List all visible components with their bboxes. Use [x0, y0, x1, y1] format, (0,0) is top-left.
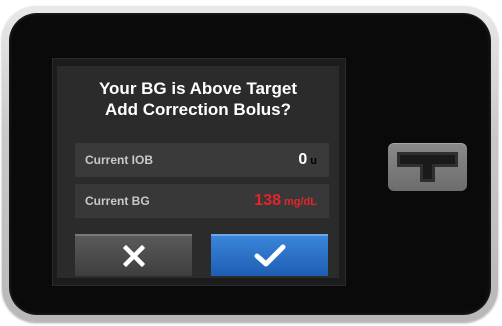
checkmark-icon — [254, 244, 285, 267]
current-bg-value: 138 — [254, 192, 281, 209]
current-bg-value-group: 138 mg/dL — [254, 192, 317, 210]
current-bg-label: Current BG — [85, 194, 150, 208]
current-bg-row: Current BG 138 mg/dL — [75, 184, 329, 218]
current-iob-value-group: 0u — [298, 151, 317, 169]
cancel-button[interactable] — [75, 234, 192, 276]
current-iob-unit: u — [310, 155, 317, 167]
current-iob-label: Current IOB — [85, 153, 154, 167]
close-x-icon — [122, 245, 145, 267]
current-iob-value: 0 — [298, 151, 308, 168]
correction-bolus-dialog: Your BG is Above Target Add Correction B… — [57, 66, 339, 278]
dialog-title-line1: Your BG is Above Target — [98, 79, 298, 98]
dialog-title: Your BG is Above Target Add Correction B… — [57, 78, 339, 120]
current-iob-row: Current IOB 0u — [75, 143, 329, 177]
confirm-button[interactable] — [211, 234, 328, 276]
t-logo-icon — [397, 152, 458, 182]
t-logo-button[interactable] — [388, 143, 467, 191]
current-bg-unit: mg/dL — [284, 196, 317, 208]
dialog-title-line2: Add Correction Bolus? — [104, 100, 292, 119]
